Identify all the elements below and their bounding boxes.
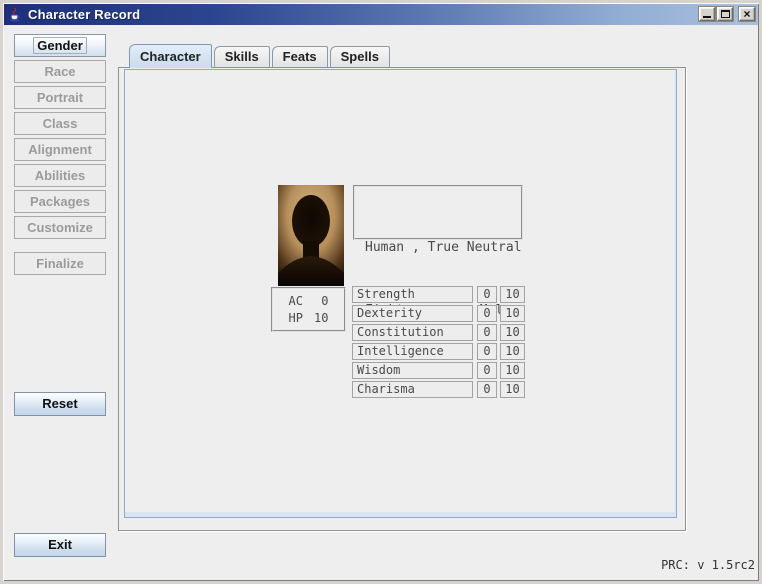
hp-label: HP	[289, 311, 303, 325]
ac-value: 0	[313, 294, 329, 308]
ability-name-charisma: Charisma	[352, 381, 473, 398]
close-icon: ×	[743, 9, 750, 19]
ability-mod-charisma: 0	[477, 381, 497, 398]
tab-skills[interactable]: Skills	[214, 46, 270, 67]
ability-score-intelligence: 10	[500, 343, 525, 360]
ability-score-strength: 10	[500, 286, 525, 303]
minimize-button[interactable]	[699, 7, 715, 21]
ability-score-wisdom: 10	[500, 362, 525, 379]
ability-score-charisma: 10	[500, 381, 525, 398]
ability-mod-intelligence: 0	[477, 343, 497, 360]
tab-character[interactable]: Character	[129, 44, 212, 68]
character-summary-box: Human , True Neutral Fighter - Male	[353, 185, 523, 240]
sidebar-button-finalize[interactable]: Finalize	[14, 252, 106, 275]
ability-name-wisdom: Wisdom	[352, 362, 473, 379]
version-status-label: PRC: v 1.5rc2	[560, 558, 755, 572]
ability-mod-strength: 0	[477, 286, 497, 303]
ability-name-constitution: Constitution	[352, 324, 473, 341]
sidebar-button-alignment[interactable]: Alignment	[14, 138, 106, 161]
character-record-window: Character Record × Gender Race Portrait …	[0, 0, 762, 584]
sidebar-button-gender[interactable]: Gender	[14, 34, 106, 57]
close-button[interactable]: ×	[739, 7, 755, 21]
ability-score-dexterity: 10	[500, 305, 525, 322]
title-bar: Character Record ×	[3, 3, 759, 25]
reset-button[interactable]: Reset	[14, 392, 106, 416]
ac-label: AC	[289, 294, 303, 308]
sidebar-button-packages[interactable]: Packages	[14, 190, 106, 213]
tab-feats[interactable]: Feats	[272, 46, 328, 67]
tab-strip: Character Skills Feats Spells	[129, 44, 390, 68]
sidebar-button-class[interactable]: Class	[14, 112, 106, 135]
window-title: Character Record	[28, 7, 140, 22]
sidebar-button-race[interactable]: Race	[14, 60, 106, 83]
ability-name-dexterity: Dexterity	[352, 305, 473, 322]
character-portrait	[278, 185, 344, 286]
ability-score-constitution: 10	[500, 324, 525, 341]
ability-mod-dexterity: 0	[477, 305, 497, 322]
java-logo-icon	[7, 7, 22, 22]
ac-row: AC 0	[289, 294, 329, 308]
exit-button[interactable]: Exit	[14, 533, 106, 557]
hp-row: HP 10	[289, 311, 329, 325]
sidebar-button-abilities[interactable]: Abilities	[14, 164, 106, 187]
ability-mod-constitution: 0	[477, 324, 497, 341]
vitals-box: AC 0 HP 10	[271, 287, 346, 332]
sidebar-button-customize[interactable]: Customize	[14, 216, 106, 239]
maximize-button[interactable]	[717, 7, 733, 21]
ability-name-strength: Strength	[352, 286, 473, 303]
ability-mod-wisdom: 0	[477, 362, 497, 379]
sidebar-button-portrait[interactable]: Portrait	[14, 86, 106, 109]
minimize-icon	[703, 16, 711, 18]
hp-value: 10	[313, 311, 329, 325]
ability-name-intelligence: Intelligence	[352, 343, 473, 360]
tab-spells[interactable]: Spells	[330, 46, 390, 67]
summary-race-alignment: Human , True Neutral	[365, 237, 511, 258]
gender-button-label: Gender	[33, 37, 87, 54]
window-controls: ×	[699, 7, 755, 21]
maximize-icon	[721, 10, 730, 18]
